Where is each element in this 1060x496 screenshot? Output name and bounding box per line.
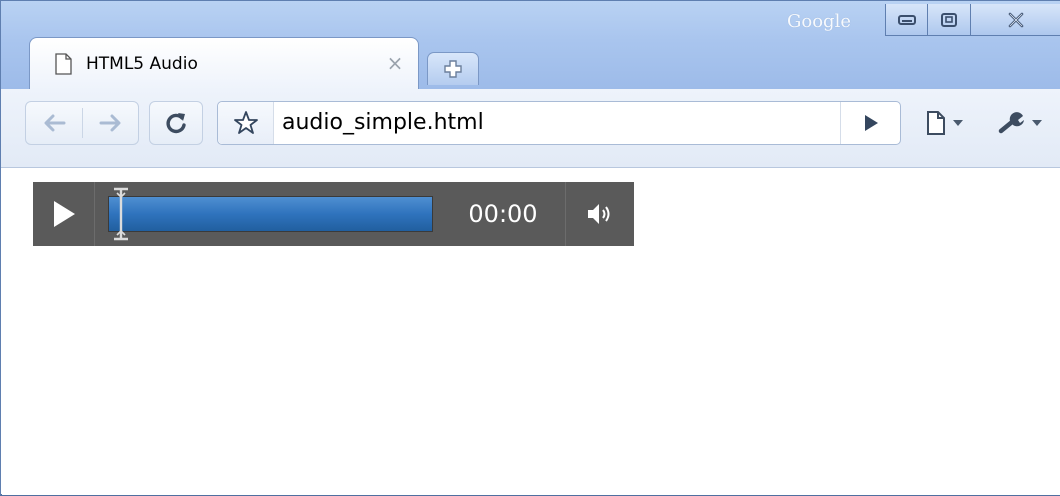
nav-buttons [25,101,139,145]
page-menu-icon [927,111,945,135]
title-bar: Google HTML5 Audio × [1,1,1060,90]
reload-button[interactable] [149,101,203,145]
volume-button[interactable] [565,182,634,246]
new-tab-button[interactable] [427,52,479,85]
star-icon [233,111,258,134]
brand-label: Google [787,11,851,32]
new-tab-icon [444,60,462,78]
maximize-button[interactable] [928,4,971,36]
bookmark-star-button[interactable] [218,102,274,144]
seek-thumb[interactable] [112,187,130,241]
maximize-icon [941,12,957,27]
tab-title: HTML5 Audio [86,54,198,74]
omnibox-divider [840,102,841,144]
minimize-icon [897,14,916,25]
forward-button[interactable] [83,102,139,144]
page-menu-button[interactable] [909,101,979,145]
close-icon [1008,12,1023,27]
time-display: 00:00 [468,200,538,228]
speaker-icon [588,204,610,224]
toolbar: audio_simple.html [1,89,1060,168]
seek-bar[interactable] [96,182,436,246]
progress-track[interactable] [108,196,433,232]
browser-window: Google HTML5 Audio × audio_simple.html 0… [0,0,1060,496]
chevron-down-icon [953,120,963,126]
tab-html5-audio[interactable]: HTML5 Audio × [29,37,419,90]
forward-arrow-icon [99,114,121,132]
go-button[interactable] [842,102,900,144]
url-text[interactable]: audio_simple.html [282,102,484,144]
chevron-down-icon [1032,120,1042,126]
close-tab-icon[interactable]: × [384,52,406,74]
play-button[interactable] [33,182,95,246]
audio-player: 00:00 [33,182,634,246]
tools-menu-button[interactable] [985,101,1055,145]
window-controls [885,4,1060,36]
minimize-button[interactable] [885,4,928,36]
back-arrow-icon [44,114,66,132]
address-bar[interactable]: audio_simple.html [217,101,901,145]
go-arrow-icon [865,115,878,131]
reload-icon [166,113,186,134]
play-icon [53,201,75,227]
close-window-button[interactable] [971,4,1060,36]
back-button[interactable] [26,102,82,144]
page-icon [55,53,72,75]
page-content: 00:00 [2,168,1060,495]
wrench-icon [998,112,1024,134]
